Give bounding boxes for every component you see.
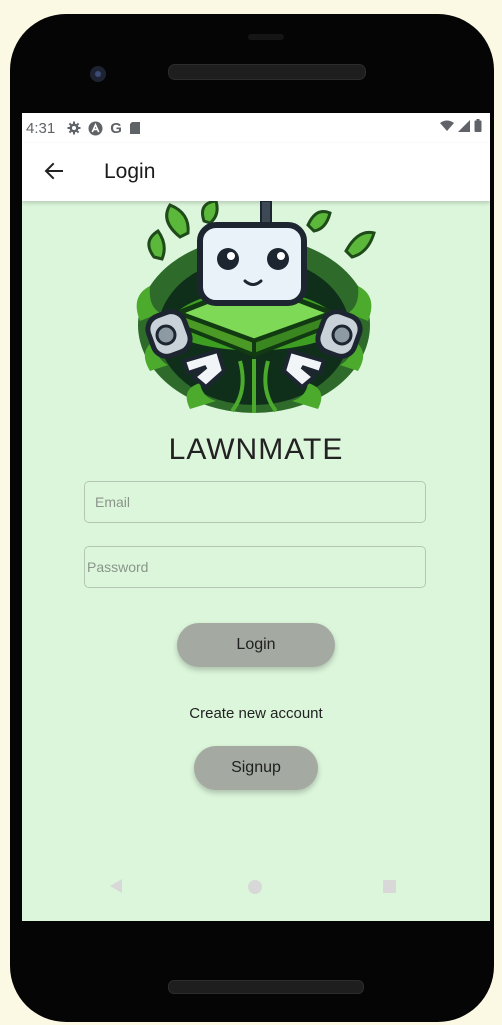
page-title: Login <box>104 160 156 183</box>
a-icon <box>88 121 103 135</box>
status-bar: 4:31 G <box>22 113 490 143</box>
lawnmate-robot-logo <box>136 201 376 413</box>
system-nav-bar <box>22 862 490 912</box>
create-account-link[interactable]: Create new account <box>22 705 490 722</box>
app-screen: 4:31 G Login LAWNMATE Email Login Create… <box>22 113 490 921</box>
google-icon: G <box>110 119 122 137</box>
password-field[interactable] <box>84 546 426 588</box>
login-button[interactable]: Login <box>177 623 335 667</box>
back-arrow-icon[interactable] <box>42 159 66 183</box>
settings-icon <box>67 121 81 135</box>
status-icons: G <box>67 120 141 137</box>
nav-back-icon[interactable] <box>110 879 122 893</box>
status-time: 4:31 <box>26 119 56 137</box>
signup-button[interactable]: Signup <box>194 746 318 790</box>
earpiece-speaker <box>168 64 366 80</box>
wifi-icon <box>440 120 454 131</box>
front-camera <box>90 66 106 82</box>
sd-card-icon <box>129 122 140 134</box>
email-field[interactable] <box>84 481 426 523</box>
status-right-icons <box>440 119 482 132</box>
app-name: LAWNMATE <box>168 433 344 466</box>
battery-icon <box>474 119 482 132</box>
top-slit <box>248 34 284 40</box>
bottom-speaker <box>168 980 364 994</box>
app-bar: Login <box>22 143 490 201</box>
nav-recents-icon[interactable] <box>383 880 396 893</box>
signal-icon <box>458 119 470 132</box>
nav-home-icon[interactable] <box>248 880 262 894</box>
